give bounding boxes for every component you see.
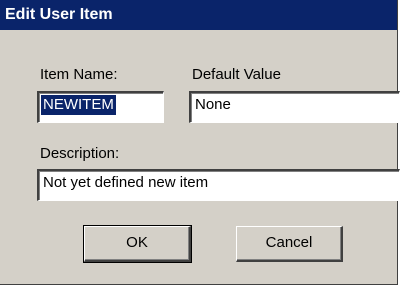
description-input[interactable]: Not yet defined new item: [37, 169, 400, 201]
item-name-input[interactable]: NEWITEM: [37, 91, 164, 123]
ok-button[interactable]: OK: [83, 225, 192, 263]
description-value: Not yet defined new item: [43, 174, 209, 191]
item-name-value: NEWITEM: [41, 95, 116, 115]
default-value-input[interactable]: None: [189, 91, 400, 123]
dialog-title: Edit User Item: [5, 6, 113, 23]
default-value-value: None: [195, 96, 231, 113]
default-value-label: Default Value: [192, 66, 281, 83]
cancel-button[interactable]: Cancel: [236, 226, 343, 262]
title-bar[interactable]: Edit User Item: [0, 0, 397, 30]
item-name-label: Item Name:: [40, 66, 118, 83]
description-label: Description:: [40, 145, 120, 162]
edit-user-item-dialog: Edit User Item Item Name: NEWITEM Defaul…: [0, 0, 400, 285]
